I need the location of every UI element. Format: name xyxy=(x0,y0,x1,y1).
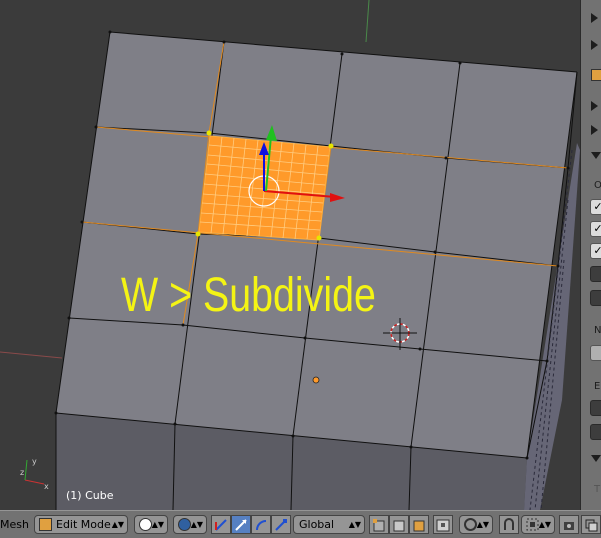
orientation-label: Global xyxy=(299,518,335,531)
object-origin xyxy=(312,376,320,384)
cube-top-face xyxy=(56,32,577,458)
panel-letter: O xyxy=(594,180,601,191)
face-select-button[interactable] xyxy=(409,515,429,534)
face-select-icon xyxy=(413,520,425,532)
proportional-edit-icon xyxy=(464,518,477,531)
translate-manipulator-button[interactable] xyxy=(231,515,251,534)
mode-selector[interactable]: Edit Mode ▲▼ xyxy=(34,515,128,534)
viewport-shading-icon xyxy=(139,518,152,531)
viewport-shading-selector[interactable]: ▲▼ xyxy=(134,515,168,534)
dropdown-arrow-icon: ▲▼ xyxy=(348,520,361,529)
render-button[interactable] xyxy=(559,515,579,534)
mode-label: Edit Mode xyxy=(56,518,111,531)
dropdown-arrow-icon: ▲▼ xyxy=(476,520,489,529)
scale-icon xyxy=(275,519,287,531)
viewport-canvas[interactable]: z y x xyxy=(0,0,580,510)
option-checkbox[interactable] xyxy=(590,266,601,282)
render-icon xyxy=(564,522,574,530)
edge-select-icon xyxy=(393,520,405,532)
3d-viewport[interactable]: z y x W > Subdivide (1) Cube xyxy=(0,0,580,510)
vertex-select-button[interactable] xyxy=(369,515,389,534)
vertex-select-icon xyxy=(373,519,385,532)
snap-toggle[interactable] xyxy=(499,515,519,534)
panel-expand-icon[interactable] xyxy=(591,125,598,135)
rotate-manipulator-button[interactable] xyxy=(251,515,271,534)
scale-manipulator-button[interactable] xyxy=(271,515,291,534)
option-checkbox[interactable]: ✓ xyxy=(590,221,601,237)
panel-expand-icon[interactable] xyxy=(591,40,598,50)
occlude-icon xyxy=(436,519,450,532)
panel-expand-icon[interactable] xyxy=(591,101,598,111)
manipulator-toggle[interactable] xyxy=(211,515,231,534)
svg-text:y: y xyxy=(32,457,37,466)
snap-target-icon xyxy=(526,518,539,531)
panel-letter: E xyxy=(594,381,601,392)
y-axis-line xyxy=(365,0,370,43)
option-checkbox[interactable] xyxy=(590,424,601,440)
svg-text:z: z xyxy=(20,468,24,477)
option-button[interactable] xyxy=(590,345,601,361)
copy-icon xyxy=(585,519,598,532)
panel-collapse-icon[interactable] xyxy=(591,152,601,159)
panel-letter: N xyxy=(594,325,601,336)
dropdown-arrow-icon: ▲▼ xyxy=(111,520,124,529)
x-axis-line xyxy=(0,351,63,359)
option-checkbox[interactable]: ✓ xyxy=(590,199,601,215)
dropdown-arrow-icon: ▲▼ xyxy=(151,520,164,529)
edge-select-button[interactable] xyxy=(389,515,409,534)
dropdown-arrow-icon: ▲▼ xyxy=(538,520,551,529)
3d-view-header: Mesh Edit Mode ▲▼ ▲▼ ▲▼ Global ▲▼ ▲▼ ▲▼ xyxy=(0,510,601,538)
mesh-data-icon xyxy=(585,68,601,88)
manipulator-icon xyxy=(215,519,227,531)
pivot-point-icon xyxy=(178,518,191,531)
edit-mode-icon xyxy=(39,518,52,531)
copy-button[interactable] xyxy=(581,515,601,534)
option-checkbox[interactable] xyxy=(590,290,601,306)
translate-icon xyxy=(235,519,247,531)
svg-text:x: x xyxy=(44,482,49,491)
snap-target-selector[interactable]: ▲▼ xyxy=(521,515,555,534)
dropdown-arrow-icon: ▲▼ xyxy=(190,520,203,529)
snap-icon xyxy=(504,518,514,530)
mesh-menu[interactable]: Mesh xyxy=(0,518,29,531)
pivot-point-selector[interactable]: ▲▼ xyxy=(173,515,207,534)
occlude-geometry-button[interactable] xyxy=(433,515,453,534)
proportional-edit-selector[interactable]: ▲▼ xyxy=(459,515,493,534)
panel-collapse-icon[interactable] xyxy=(591,455,601,462)
panel-letter: T xyxy=(594,484,601,495)
panel-expand-icon[interactable] xyxy=(591,13,598,23)
rotate-icon xyxy=(256,520,267,531)
object-info-label: (1) Cube xyxy=(66,489,114,502)
axis-gizmo: z y x xyxy=(20,457,49,491)
properties-panel[interactable]: O ✓ ✓ ✓ N E T xyxy=(580,0,601,510)
option-checkbox[interactable]: ✓ xyxy=(590,243,601,259)
transform-orientation-selector[interactable]: Global ▲▼ xyxy=(293,515,365,534)
option-checkbox[interactable] xyxy=(590,400,601,416)
overlay-instruction-text: W > Subdivide xyxy=(121,269,376,322)
